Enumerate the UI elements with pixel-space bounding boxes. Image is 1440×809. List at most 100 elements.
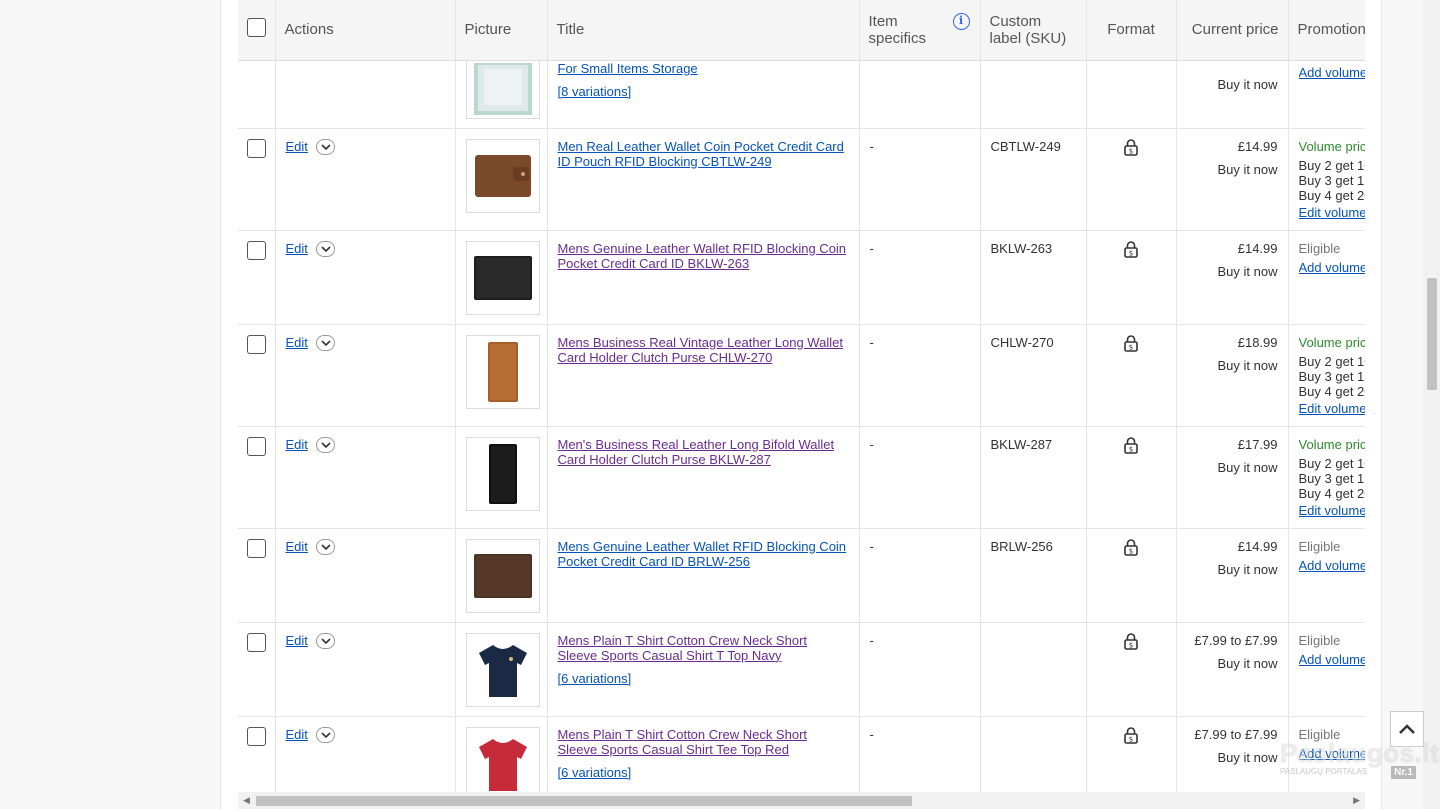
column-current-price[interactable]: Current price [1176, 0, 1289, 61]
column-format[interactable]: Format [1086, 0, 1177, 61]
row-picture-cell [455, 622, 548, 717]
row-price-cell: £7.99 to £7.99 Buy it now [1176, 622, 1289, 717]
wallet-brown-small-image [473, 151, 533, 201]
row-promotion-cell: Volume pric Buy 2 get 10 Buy 3 get 15 Buy 4… [1288, 324, 1366, 427]
listing-title-link[interactable]: Men's Business Real Leather Long Bifold … [558, 437, 849, 467]
promotion-link[interactable]: Add volume [1299, 65, 1366, 80]
row-select-checkbox[interactable] [246, 240, 266, 260]
row-promotion-cell: Volume pric Buy 2 get 10 Buy 3 get 15 Buy 4… [1288, 128, 1366, 231]
row-select-checkbox[interactable] [246, 138, 266, 158]
column-item-specifics[interactable]: Item specifics i [859, 0, 981, 61]
watermark-badge: Nr.1 [1391, 766, 1416, 779]
price-value: £14.99 [1237, 138, 1278, 154]
table-row: Edit Mens Business Real Vintage Leather L… [238, 324, 1366, 427]
horizontal-scrollbar-thumb[interactable] [256, 796, 912, 806]
row-specifics-cell: - [859, 716, 981, 792]
row-price-cell: £17.99 Buy it now [1176, 426, 1289, 529]
row-actions-cell: Edit [275, 230, 456, 325]
table-row: Edit Men's Business Real Leather Long Bif… [238, 426, 1366, 529]
variations-link[interactable]: [6 variations] [558, 765, 632, 780]
row-select-checkbox[interactable] [246, 334, 266, 354]
product-thumbnail[interactable] [465, 436, 540, 511]
price-value: £18.99 [1237, 334, 1278, 350]
row-select-checkbox[interactable] [246, 538, 266, 558]
listing-title-link[interactable]: Mens Genuine Leather Wallet RFID Blockin… [558, 241, 849, 271]
product-thumbnail[interactable] [465, 334, 540, 409]
listing-title-link[interactable]: Mens Business Real Vintage Leather Long … [558, 335, 849, 365]
row-sku-cell: BKLW-263 [980, 230, 1087, 325]
variations-link[interactable]: [8 variations] [558, 84, 632, 99]
row-promotion-cell: Add volume [1288, 60, 1366, 129]
scroll-left-arrow-icon[interactable]: ◀ [243, 795, 250, 806]
buy-it-now-label: Buy it now [1217, 161, 1278, 177]
variations-link[interactable]: [6 variations] [558, 671, 632, 686]
edit-link[interactable]: Edit [286, 727, 308, 742]
row-specifics-cell: - [859, 230, 981, 325]
row-price-cell: £7.99 to £7.99 Buy it now [1176, 716, 1289, 792]
promotion-link[interactable]: Edit volume [1299, 205, 1366, 220]
row-actions-cell: Edit [275, 528, 456, 623]
promotion-tier: Buy 3 get 15 [1298, 172, 1366, 188]
edit-link[interactable]: Edit [286, 437, 308, 452]
edit-link[interactable]: Edit [286, 241, 308, 256]
product-thumbnail[interactable] [465, 60, 540, 119]
actions-dropdown-button[interactable] [315, 539, 335, 556]
actions-dropdown-button[interactable] [315, 241, 335, 258]
column-custom-label[interactable]: Custom label (SKU) [980, 0, 1087, 61]
row-actions-cell: Edit [275, 716, 456, 792]
vertical-scrollbar-thumb[interactable] [1427, 278, 1437, 390]
column-picture[interactable]: Picture [455, 0, 548, 61]
row-picture-cell [455, 528, 548, 623]
promotion-link[interactable]: Add volume [1299, 558, 1366, 573]
row-title-cell: Mens Plain T Shirt Cotton Crew Neck Shor… [547, 622, 860, 717]
buy-it-now-label: Buy it now [1217, 749, 1278, 765]
row-checkbox-cell [238, 60, 276, 129]
row-title-cell: Men Real Leather Wallet Coin Pocket Cred… [547, 128, 860, 231]
promotion-link[interactable]: Edit volume [1299, 401, 1366, 416]
column-actions[interactable]: Actions [275, 0, 456, 61]
product-thumbnail[interactable] [465, 726, 540, 792]
listing-title-link[interactable]: Mens Plain T Shirt Cotton Crew Neck Shor… [558, 633, 849, 663]
row-price-cell: Buy it now [1176, 60, 1289, 129]
column-promotion[interactable]: Promotion [1288, 0, 1365, 61]
actions-dropdown-button[interactable] [315, 335, 335, 352]
vertical-scrollbar[interactable] [1423, 0, 1440, 809]
product-thumbnail[interactable] [465, 632, 540, 707]
actions-dropdown-button[interactable] [315, 633, 335, 650]
edit-link[interactable]: Edit [286, 539, 308, 554]
row-select-checkbox[interactable] [246, 436, 266, 456]
buy-it-now-label: Buy it now [1217, 357, 1278, 373]
info-icon[interactable]: i [952, 13, 970, 30]
select-all-checkbox[interactable] [246, 18, 266, 38]
scroll-right-arrow-icon[interactable]: ▶ [1353, 795, 1360, 806]
edit-link[interactable]: Edit [286, 633, 308, 648]
sku-value: BKLW-263 [990, 240, 1053, 256]
promotion-link[interactable]: Edit volume [1299, 503, 1366, 518]
actions-dropdown-button[interactable] [315, 437, 335, 454]
row-sku-cell: CBTLW-249 [980, 128, 1087, 231]
horizontal-scrollbar[interactable]: ◀ ▶ [238, 792, 1365, 809]
edit-link[interactable]: Edit [286, 335, 308, 350]
fixed-price-lock-icon: $ [1124, 538, 1138, 559]
product-thumbnail[interactable] [465, 240, 540, 315]
table-row: Edit Mens Plain T Shirt Cotton Crew Neck … [238, 622, 1366, 717]
table-row: Edit Mens Plain T Shirt Cotton Crew Neck … [238, 716, 1365, 792]
listing-title-link[interactable]: Men Real Leather Wallet Coin Pocket Cred… [558, 139, 849, 169]
promotion-link[interactable]: Add volume [1299, 260, 1366, 275]
listing-title-link[interactable]: For Small Items Storage [558, 61, 849, 76]
row-select-checkbox[interactable] [246, 726, 266, 746]
edit-link[interactable]: Edit [286, 139, 308, 154]
row-select-checkbox[interactable] [246, 632, 266, 652]
product-thumbnail[interactable] [465, 138, 540, 213]
actions-dropdown-button[interactable] [315, 727, 335, 744]
row-title-cell: Men's Business Real Leather Long Bifold … [547, 426, 860, 529]
product-thumbnail[interactable] [465, 538, 540, 613]
actions-dropdown-button[interactable] [315, 139, 335, 156]
row-price-cell: £18.99 Buy it now [1176, 324, 1289, 427]
buy-it-now-label: Buy it now [1217, 655, 1278, 671]
listing-title-link[interactable]: Mens Genuine Leather Wallet RFID Blockin… [558, 539, 849, 569]
promotion-link[interactable]: Add volume [1299, 652, 1366, 667]
row-sku-cell: CHLW-270 [980, 324, 1087, 427]
column-title[interactable]: Title [547, 0, 860, 61]
listing-title-link[interactable]: Mens Plain T Shirt Cotton Crew Neck Shor… [558, 727, 849, 757]
